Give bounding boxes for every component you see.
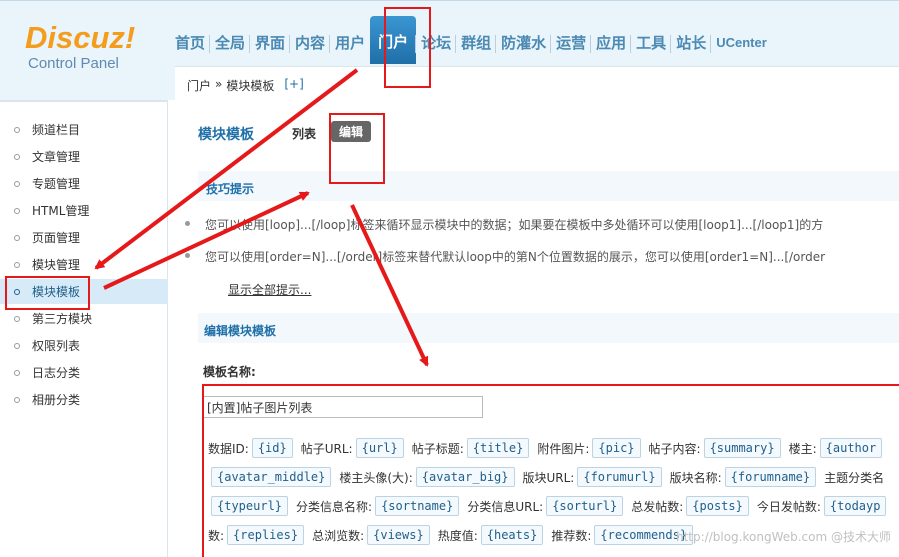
- sidebar-item[interactable]: 页面管理: [0, 225, 168, 250]
- sidebar-item-label: 权限列表: [32, 339, 81, 353]
- nav-item[interactable]: UCenter: [710, 29, 772, 63]
- sidebar-item[interactable]: 模块管理: [0, 252, 168, 277]
- sidebar-item-label: HTML管理: [32, 204, 90, 218]
- sidebar-item[interactable]: 专题管理: [0, 171, 168, 196]
- nav-item[interactable]: 首页: [170, 29, 210, 63]
- circle-icon: [14, 342, 20, 349]
- circle-icon: [14, 261, 20, 268]
- sidebar-item[interactable]: 文章管理: [0, 144, 168, 169]
- circle-icon: [14, 207, 20, 214]
- sidebar-item-label: 专题管理: [32, 177, 81, 191]
- tip-item: 您可以使用[order=N]...[/order]标签来替代默认loop中的第N…: [185, 248, 826, 265]
- edit-title: 编辑模块模板: [204, 324, 277, 338]
- tips-header: 技巧提示: [198, 171, 899, 201]
- nav-item[interactable]: 运营: [550, 29, 591, 63]
- tip-text: 您可以使用[order=N]...[/order]标签来替代默认loop中的第N…: [205, 250, 826, 264]
- sidebar-item-label: 第三方模块: [32, 312, 93, 326]
- nav-item[interactable]: 界面: [249, 29, 290, 63]
- bullet-icon: [185, 221, 190, 226]
- tab-list[interactable]: 列表: [292, 125, 316, 142]
- sidebar-item[interactable]: 相册分类: [0, 387, 168, 412]
- breadcrumb: 门户 » 模块模板 [+]: [187, 77, 304, 94]
- page-title: 模块模板: [198, 127, 254, 143]
- bullet-icon: [185, 253, 190, 258]
- nav-item[interactable]: 应用: [590, 29, 631, 63]
- sidebar-item[interactable]: HTML管理: [0, 198, 168, 223]
- nav-item[interactable]: 站长: [670, 29, 711, 63]
- tip-text: 您可以使用[loop]...[/loop]标签来循环显示模块中的数据；如果要在模…: [205, 218, 824, 232]
- sidebar-item[interactable]: 日志分类: [0, 360, 168, 385]
- sidebar-item-label: 页面管理: [32, 231, 81, 245]
- nav-item[interactable]: 群组: [455, 29, 496, 63]
- breadcrumb-bar: 门户 » 模块模板 [+]: [175, 66, 899, 100]
- sidebar: 频道栏目 文章管理 专题管理 HTML管理 页面管理 模块管理 模块模板 第三方模块 权限列表日…: [0, 100, 168, 557]
- nav-item[interactable]: 内容: [289, 29, 330, 63]
- add-shortcut-button[interactable]: [+]: [284, 77, 303, 94]
- sidebar-item[interactable]: 权限列表: [0, 333, 168, 358]
- tips-title: 技巧提示: [206, 182, 255, 196]
- circle-icon: [14, 315, 20, 322]
- sidebar-item-label: 文章管理: [32, 150, 81, 164]
- watermark: http://blog.kongWeb.com @技术大师: [676, 530, 891, 544]
- sidebar-item-label: 日志分类: [32, 366, 81, 380]
- circle-icon: [14, 234, 20, 241]
- breadcrumb-separator: »: [215, 77, 223, 91]
- sidebar-item[interactable]: 频道栏目: [0, 117, 168, 142]
- logo-subtitle: Control Panel: [28, 55, 119, 72]
- template-name-label: 模板名称:: [203, 365, 256, 379]
- sidebar-item-label: 相册分类: [32, 393, 81, 407]
- highlight-box-edit-tab: [329, 113, 385, 184]
- tip-item: 您可以使用[loop]...[/loop]标签来循环显示模块中的数据；如果要在模…: [185, 216, 824, 233]
- top-nav: 首页 全局 界面 内容 用户 门户 论坛 群组 防灌水 运营 应用 工具 站长 UCenter: [170, 16, 772, 64]
- circle-icon: [14, 396, 20, 403]
- sidebar-divider: [0, 100, 168, 102]
- show-all-tips-link[interactable]: 显示全部提示...: [228, 281, 311, 298]
- highlight-box-nav: [384, 7, 431, 88]
- nav-item[interactable]: 用户: [329, 29, 370, 63]
- sidebar-item-label: 模块管理: [32, 258, 81, 272]
- nav-item[interactable]: 防灌水: [495, 29, 551, 63]
- circle-icon: [14, 126, 20, 133]
- nav-item[interactable]: 工具: [630, 29, 671, 63]
- breadcrumb-current: 模块模板: [226, 79, 275, 93]
- logo: Discuz! Control Panel: [25, 20, 170, 73]
- breadcrumb-root[interactable]: 门户: [187, 77, 211, 94]
- circle-icon: [14, 153, 20, 160]
- edit-header: 编辑模块模板: [198, 313, 899, 343]
- circle-icon: [14, 369, 20, 376]
- nav-item[interactable]: 全局: [209, 29, 250, 63]
- circle-icon: [14, 180, 20, 187]
- sidebar-item-label: 频道栏目: [32, 123, 81, 137]
- logo-name: Discuz!: [25, 20, 136, 55]
- highlight-box-sidebar: [5, 276, 90, 310]
